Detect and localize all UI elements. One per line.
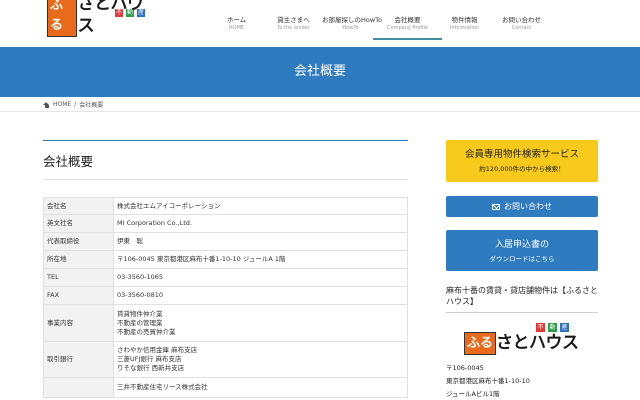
row-label (43, 377, 114, 398)
nav-label: 会社概要 (394, 16, 421, 24)
banner-title: 会社概要 (293, 64, 346, 79)
row-label: 英文社名 (43, 214, 114, 233)
value-line: 三菱UFJ銀行 麻布支店 (117, 355, 182, 363)
row-label: 取引銀行 (43, 341, 114, 378)
table-row: 会社名 株式会社エムアイコーポレーション (43, 197, 408, 215)
page-banner: 会社概要 (0, 47, 640, 97)
address-line: 東京都港区麻布十番1-10-10 (446, 377, 530, 385)
row-label: 事業内容 (43, 304, 114, 342)
logo-box-text: ふる (47, 0, 78, 37)
logo-wordmark: ふる さとハウス (47, 0, 155, 37)
row-label: FAX (43, 286, 114, 305)
application-title: 入居申込書の (494, 240, 549, 250)
address-line: ジュールAビル1階 (446, 390, 500, 398)
table-row: 取引銀行 さわやか信用金庫 麻布支店 三菱UFJ銀行 麻布支店 りそな銀行 西新… (43, 341, 408, 378)
breadcrumb-current: 会社概要 (79, 102, 104, 109)
value-line: さわやか信用金庫 麻布支店 (117, 346, 198, 354)
table-row: FAX 03-3560-0810 (43, 286, 408, 305)
nav-label: 貸主さまへ (277, 16, 310, 24)
nav-sublabel: HowTo (342, 25, 359, 31)
value-line: 03-3560-1065 (117, 273, 164, 281)
nav-home[interactable]: ホーム HOME (208, 0, 265, 40)
value-line: 三井不動産住宅リース株式会社 (117, 383, 208, 391)
application-download-button[interactable]: 入居申込書の ダウンロードはこちら (446, 230, 598, 271)
logo-main-text: さとハウス (496, 333, 579, 353)
nav-sublabel: HOME (228, 25, 245, 31)
row-value: 株式会社エムアイコーポレーション (113, 197, 408, 215)
row-value: さわやか信用金庫 麻布支店 三菱UFJ銀行 麻布支店 りそな銀行 西新井支店 (113, 341, 408, 378)
breadcrumb-home-link[interactable]: HOME (53, 101, 71, 108)
logo-tag: 動 (548, 323, 557, 332)
nav-sublabel: Information (450, 25, 479, 31)
row-value: 03-3560-0810 (113, 286, 408, 305)
member-search-title: 会員専用物件検索サービス (464, 149, 579, 160)
value-line: 03-3560-0810 (117, 291, 164, 299)
logo-wordmark: ふる さとハウス (464, 332, 579, 355)
site-header: 不 動 産 ふる さとハウス ホーム HOME 貸主さまへ To the len… (0, 0, 640, 47)
member-search-button[interactable]: 会員専用物件検索サービス 約120,000件の中から検索！ (446, 140, 598, 182)
sidebar-heading: 麻布十番の賃貸・貸店舗物件は【ふるさとハウス】 (446, 286, 598, 306)
table-row: 三井不動産住宅リース株式会社 (43, 377, 408, 398)
table-row: TEL 03-3560-1065 (43, 268, 408, 287)
logo-main-text: さとハウス (77, 0, 144, 36)
company-info-table: 会社名 株式会社エムアイコーポレーション 英文社名 MI Corporation… (43, 197, 408, 398)
home-icon (43, 101, 50, 108)
row-label: 代表取締役 (43, 232, 114, 251)
row-value: 〒106-0045 東京都港区麻布十番1-10-10 ジュールA 1階 (113, 250, 408, 269)
logo-box-text: ふる (464, 332, 497, 355)
nav-label: ホーム (226, 16, 247, 24)
nav-howto[interactable]: お部屋探しのHowTo HowTo (322, 0, 383, 40)
nav-information[interactable]: 物件情報 Information (436, 0, 493, 40)
table-row: 所在地 〒106-0045 東京都港区麻布十番1-10-10 ジュールA 1階 (43, 250, 408, 269)
nav-label: お問い合わせ (502, 16, 541, 24)
title-top-rule (43, 140, 408, 141)
value-line: 伊東 聡 (117, 237, 143, 245)
table-row: 代表取締役 伊東 聡 (43, 232, 408, 251)
nav-sublabel: Contact (511, 25, 532, 31)
nav-to-lender[interactable]: 貸主さまへ To the lender (265, 0, 322, 40)
contact-button-label: お問い合わせ (504, 202, 552, 211)
row-value: 伊東 聡 (113, 232, 408, 251)
application-subtitle: ダウンロードはこちら (489, 255, 555, 263)
nav-sublabel: To the lender (277, 25, 310, 31)
member-search-subtitle: 約120,000件の中から検索！ (479, 165, 565, 173)
address-line: 〒106-0045 (446, 364, 484, 372)
nav-label: 物件情報 (451, 16, 478, 24)
row-value: 賃貸物件仲介業 不動産の管理業 不動産の売買仲介業 (113, 304, 408, 342)
page-title: 会社概要 (43, 154, 94, 169)
mail-icon (492, 203, 500, 210)
row-value: MI Corporation Co.,Ltd. (113, 214, 408, 233)
breadcrumb: HOME / 会社概要 (0, 97, 640, 112)
value-line: 不動産の売買仲介業 (117, 327, 176, 336)
row-label: TEL (43, 268, 114, 287)
logo-tag: 産 (560, 323, 569, 332)
nav-company-profile[interactable]: 会社概要 Company Profile (373, 0, 442, 40)
row-value: 三井不動産住宅リース株式会社 (113, 377, 408, 398)
value-line: MI Corporation Co.,Ltd. (117, 219, 192, 227)
sidebar-address: 〒106-0045 東京都港区麻布十番1-10-10 ジュールAビル1階 (446, 362, 598, 400)
table-row: 英文社名 MI Corporation Co.,Ltd. (43, 214, 408, 233)
value-line: 不動産の管理業 (117, 318, 163, 327)
logo-tag: 不 (536, 323, 545, 332)
value-line: 〒106-0045 東京都港区麻布十番1-10-10 ジュールA 1階 (117, 255, 286, 263)
value-line: 賃貸物件仲介業 (117, 309, 163, 318)
row-value: 03-3560-1065 (113, 268, 408, 287)
main-nav: ホーム HOME 貸主さまへ To the lender お部屋探しのHowTo… (208, 0, 550, 47)
contact-button[interactable]: お問い合わせ (446, 196, 598, 217)
nav-sublabel: Company Profile (387, 25, 428, 31)
table-row: 事業内容 賃貸物件仲介業 不動産の管理業 不動産の売買仲介業 (43, 304, 408, 342)
row-label: 会社名 (43, 197, 114, 215)
row-label: 所在地 (43, 250, 114, 269)
sidebar-rule (446, 312, 598, 313)
sidebar-logo[interactable]: 不 動 産 ふる さとハウス (464, 323, 584, 355)
logo-tags: 不 動 産 (536, 323, 569, 332)
value-line: 株式会社エムアイコーポレーション (117, 201, 221, 210)
nav-contact[interactable]: お問い合わせ Contact (493, 0, 550, 40)
breadcrumb-separator: / (74, 101, 77, 108)
site-logo[interactable]: 不 動 産 ふる さとハウス (47, 0, 155, 37)
nav-label: お部屋探しのHowTo (322, 16, 383, 24)
title-bottom-rule (43, 179, 408, 180)
value-line: りそな銀行 西新井支店 (117, 364, 185, 372)
